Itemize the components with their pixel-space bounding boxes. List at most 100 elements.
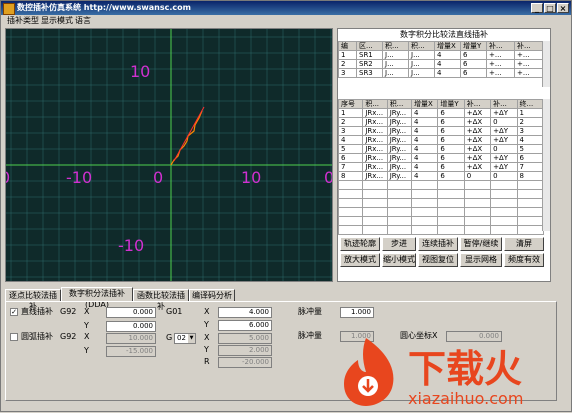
grid2-row[interactable]: 2 JRx... JRy... 4 6 +ΔX 0 2 (337, 117, 545, 127)
grid2-row[interactable]: 1 JRx... JRy... 4 6 +ΔX +ΔY 1 (337, 108, 545, 118)
g01-y-field[interactable]: 6.000 (218, 320, 272, 331)
arc-end-r-field[interactable]: -20.000 (218, 357, 272, 368)
pulse1-field[interactable]: 1.000 (340, 307, 374, 318)
maximize-button[interactable]: □ (544, 3, 556, 13)
grid2-row[interactable] (337, 189, 545, 199)
step-button[interactable]: 步进 (382, 237, 416, 251)
grid2-header-cell[interactable]: 终... (516, 99, 545, 109)
grid1-scrollbar[interactable] (542, 41, 550, 87)
grid2-cell: +ΔX (463, 153, 492, 163)
arc-interp-checkbox[interactable] (10, 333, 18, 341)
frequency-button[interactable]: 频度有效 (504, 253, 544, 267)
plot-canvas[interactable]: 10 -10 10 -10 0 0 0 (5, 28, 333, 282)
line-interp-checkbox[interactable]: ✓ (10, 308, 18, 316)
grid2-cell (337, 216, 364, 226)
grid2-row[interactable]: 4 JRx... JRy... 4 6 +ΔX +ΔY 4 (337, 135, 545, 145)
arc-end-x-field[interactable]: 5.000 (218, 333, 272, 344)
grid1-header-cell[interactable]: 补... (486, 41, 515, 51)
grid2-scrollbar[interactable] (542, 99, 550, 231)
arc-x-field[interactable]: 10.000 (106, 333, 156, 344)
grid2-header-cell[interactable]: 积... (386, 99, 413, 109)
grid1-header-cell[interactable]: 增量X (434, 41, 461, 51)
grid2-cell (516, 189, 545, 199)
grid2-cell: 5 (516, 144, 545, 154)
tab-function-compare[interactable]: 函数比较法插补 (133, 289, 189, 311)
view-reset-button[interactable]: 视图复位 (418, 253, 458, 267)
clear-screen-button[interactable]: 清屏 (504, 237, 544, 251)
grid2-cell (337, 198, 364, 208)
grid2-cell: +ΔX (463, 108, 492, 118)
grid2-row[interactable]: 8 JRx... JRy... 4 6 0 0 8 (337, 171, 545, 181)
grid1-header-cell[interactable]: 补... (514, 41, 543, 51)
grid2-row[interactable]: 5 JRx... JRy... 4 6 +ΔX 0 5 (337, 144, 545, 154)
tab-point-by-point[interactable]: 逐点比较法插补 (5, 289, 61, 311)
pulse2-label: 脉冲量 (298, 331, 322, 340)
grid2-row[interactable] (337, 207, 545, 217)
grid2-cell: JRx... (362, 117, 388, 127)
grid1-row[interactable]: 3 SR3 J... J... 4 6 +... +... (338, 68, 543, 78)
grid2-cell (516, 207, 545, 217)
g-select-combo[interactable]: 02 ▼ (174, 333, 196, 344)
arc-y-field[interactable]: -15.000 (106, 346, 156, 357)
minimize-button[interactable]: _ (531, 3, 543, 13)
grid2-cell: 6 (437, 144, 465, 154)
grid2-cell: +ΔY (490, 108, 518, 118)
grid2-cell: 4 (411, 153, 439, 163)
chevron-down-icon[interactable]: ▼ (188, 334, 195, 343)
grid2-header-cell[interactable]: 积... (362, 99, 388, 109)
grid2-header-cell[interactable]: 增量X (411, 99, 439, 109)
tab-code-analysis[interactable]: 编译码分析 (189, 289, 235, 301)
grid1-row[interactable]: 2 SR2 J... J... 4 6 +... +... (338, 59, 543, 69)
grid2-cell: +ΔY (490, 153, 518, 163)
pause-resume-button[interactable]: 暂停/继续 (460, 237, 502, 251)
grid2-header-cell[interactable]: 补... (490, 99, 518, 109)
grid2-row[interactable]: 6 JRx... JRy... 4 6 +ΔX +ΔY 6 (337, 153, 545, 163)
zoom-in-button[interactable]: 放大模式 (340, 253, 380, 267)
line-x-field[interactable]: 0.000 (106, 307, 156, 318)
grid2-cell (386, 225, 413, 235)
grid2-cell: 1 (337, 108, 364, 118)
grid1-header-cell[interactable]: 积... (408, 41, 435, 51)
zoom-out-button[interactable]: 缩小模式 (382, 253, 416, 267)
menu-interp-type[interactable]: 插补类型 (7, 15, 39, 27)
grid2-cell: 6 (437, 117, 465, 127)
grid2-cell: +ΔX (463, 126, 492, 136)
g01-x-field[interactable]: 4.000 (218, 307, 272, 318)
grid2-cell (411, 207, 439, 217)
grid2-header-cell[interactable]: 序号 (337, 99, 364, 109)
arc-end-y-field[interactable]: 2.000 (218, 345, 272, 356)
grid1-header-cell[interactable]: 编 (338, 41, 357, 51)
grid2-row[interactable]: 7 JRx... JRy... 4 6 +ΔX +ΔY 7 (337, 162, 545, 172)
menu-display-mode[interactable]: 显示模式 (41, 15, 73, 27)
close-button[interactable]: × (557, 3, 569, 13)
grid2-cell (463, 207, 492, 217)
grid1-cell: 4 (434, 59, 461, 69)
grid2-cell (490, 198, 518, 208)
grid2-row[interactable] (337, 180, 545, 190)
grid2-header-cell[interactable]: 增量Y (437, 99, 465, 109)
grid2-cell (516, 180, 545, 190)
grid1-cell: J... (408, 68, 435, 78)
grid2-cell: JRy... (386, 108, 413, 118)
grid2-row[interactable]: 3 JRx... JRy... 4 6 +ΔX +ΔY 3 (337, 126, 545, 136)
tab-dda[interactable]: 数字积分法插补(DDA) (61, 287, 133, 309)
grid2-cell: JRx... (362, 162, 388, 172)
grid2-row[interactable] (337, 225, 545, 235)
contour-button[interactable]: 轨迹轮廓 (340, 237, 380, 251)
arc-interp-label: 圆弧插补 (21, 332, 53, 341)
grid2-row[interactable] (337, 216, 545, 226)
grid1-cell: SR2 (356, 59, 383, 69)
continuous-interp-button[interactable]: 连续插补 (418, 237, 458, 251)
menu-language[interactable]: 语言 (75, 15, 91, 27)
grid2-cell: +ΔX (463, 135, 492, 145)
grid1-header-cell[interactable]: 增量Y (460, 41, 487, 51)
grid1-row[interactable]: 1 SR1 J... J... 4 6 +... +... (338, 50, 543, 60)
grid2-cell: 0 (490, 144, 518, 154)
grid2-header-cell[interactable]: 补... (463, 99, 492, 109)
line-y-field[interactable]: 0.000 (106, 321, 156, 332)
grid2-cell: 6 (437, 162, 465, 172)
grid1-header-cell[interactable]: 积... (382, 41, 409, 51)
show-grid-button[interactable]: 显示网格 (460, 253, 502, 267)
grid2-row[interactable] (337, 198, 545, 208)
grid1-header-cell[interactable]: 区... (356, 41, 383, 51)
